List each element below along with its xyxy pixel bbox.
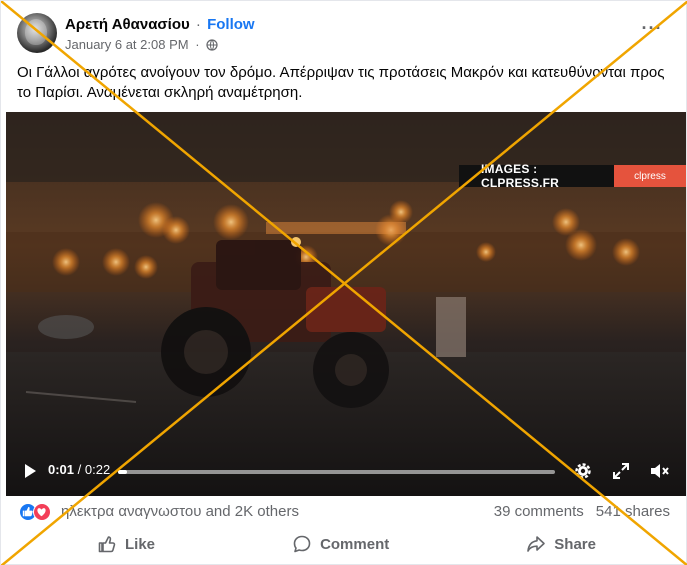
- clpress-logo: clpress: [614, 165, 686, 187]
- mute-icon[interactable]: [648, 460, 670, 482]
- globe-icon: [206, 39, 218, 54]
- progress-fill: [118, 470, 127, 474]
- fullscreen-icon[interactable]: [610, 460, 632, 482]
- more-options-icon[interactable]: ···: [640, 19, 664, 45]
- author-name[interactable]: Αρετή Αθανασίου: [65, 16, 190, 33]
- facebook-post: Αρετή Αθανασίου · Follow January 6 at 2:…: [0, 0, 687, 565]
- play-icon[interactable]: [21, 462, 39, 480]
- meta-separator: ·: [195, 37, 200, 52]
- name-separator: ·: [195, 16, 201, 33]
- like-button[interactable]: Like: [17, 529, 179, 559]
- share-button[interactable]: Share: [526, 529, 670, 559]
- love-reaction-icon: [33, 503, 51, 521]
- comments-count[interactable]: 39 comments: [494, 503, 584, 520]
- post-meta: January 6 at 2:08 PM ·: [65, 37, 218, 54]
- author-line: Αρετή Αθανασίου · Follow: [65, 16, 255, 33]
- comment-button[interactable]: Comment: [292, 529, 413, 559]
- post-caption: Οι Γάλλοι αγρότες ανοίγουν τον δρόμο. Απ…: [17, 64, 665, 101]
- watermark-text: IMAGES : CLPRESS.FR: [481, 162, 560, 190]
- progress-bar[interactable]: [118, 470, 555, 474]
- thumbs-up-icon: [98, 536, 116, 553]
- follow-button[interactable]: Follow: [207, 16, 255, 33]
- video-watermark: IMAGES : CLPRESS.FR clpress: [459, 162, 686, 190]
- video-player[interactable]: IMAGES : CLPRESS.FR clpress 0:01 / 0:22: [6, 112, 686, 496]
- video-time: 0:01 / 0:22: [48, 462, 110, 477]
- post-actions: Like Comment Share: [17, 529, 670, 559]
- video-controls: 0:01 / 0:22: [6, 448, 686, 496]
- current-time: 0:01: [48, 462, 75, 477]
- comment-bubble-icon: [293, 535, 311, 553]
- author-avatar[interactable]: [17, 13, 57, 53]
- total-time: 0:22: [84, 462, 111, 477]
- reaction-icons[interactable]: [19, 503, 57, 521]
- post-timestamp[interactable]: January 6 at 2:08 PM: [65, 37, 189, 52]
- settings-gear-icon[interactable]: [572, 460, 594, 482]
- like-label: Like: [125, 535, 156, 553]
- share-arrow-icon: [527, 536, 546, 552]
- comment-label: Comment: [320, 535, 390, 553]
- post-header: Αρετή Αθανασίου · Follow January 6 at 2:…: [17, 13, 670, 55]
- share-label: Share: [554, 535, 596, 553]
- time-separator: /: [74, 462, 85, 477]
- engagement-counts: 39 comments 541 shares: [494, 503, 670, 520]
- shares-count[interactable]: 541 shares: [596, 503, 670, 520]
- reactions-bar: ηλεκτρα αναγνωστου and 2K others 39 comm…: [17, 501, 670, 523]
- reactors-text[interactable]: ηλεκτρα αναγνωστου and 2K others: [61, 503, 299, 520]
